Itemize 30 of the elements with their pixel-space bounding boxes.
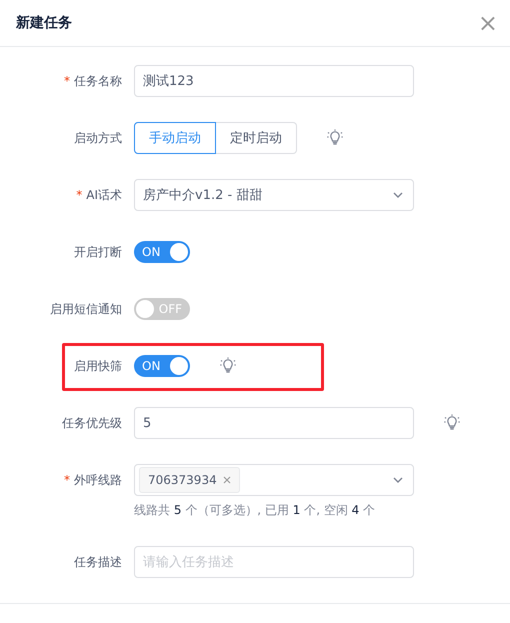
chevron-down-icon <box>393 477 403 483</box>
field-label: 开启打断 <box>74 244 122 260</box>
dialog-title: 新建任务 <box>16 14 72 32</box>
text-field[interactable]: 请输入任务描述 <box>134 546 414 578</box>
field-label: 任务描述 <box>74 554 122 570</box>
multi-select-field[interactable]: 706373934 <box>134 464 414 496</box>
help-text: 线路共 5 个（可多选）, 已用 1 个, 空闲 4 个 <box>134 502 376 519</box>
field-label: 启用短信通知 <box>50 300 122 318</box>
required-mark: * <box>64 74 70 88</box>
segment-option[interactable]: 定时启动 <box>216 122 297 154</box>
text-field[interactable]: 测试123 <box>134 65 414 97</box>
text-field[interactable]: 5 <box>134 407 414 439</box>
chevron-down-icon <box>393 192 403 198</box>
field-label: 任务名称 <box>74 72 122 90</box>
tag: 706373934 <box>139 467 240 493</box>
field-label: 启用快筛 <box>74 358 122 374</box>
lightbulb-icon[interactable] <box>444 414 460 432</box>
lightbulb-icon[interactable] <box>327 129 343 147</box>
required-mark: * <box>64 473 70 487</box>
field-label: 启动方式 <box>74 130 122 146</box>
lightbulb-icon[interactable] <box>220 357 236 375</box>
required-mark: * <box>76 188 82 202</box>
field-label: 外呼线路 <box>74 472 122 488</box>
toggle-switch[interactable]: ON <box>134 355 190 377</box>
segment-option[interactable]: 手动启动 <box>134 122 216 154</box>
close-icon[interactable] <box>222 476 231 484</box>
field-label: 任务优先级 <box>62 414 122 432</box>
select-field[interactable]: 房产中介v1.2 - 甜甜 <box>134 179 414 211</box>
field-label: AI话术 <box>86 186 122 204</box>
toggle-switch[interactable]: ON <box>134 241 190 263</box>
